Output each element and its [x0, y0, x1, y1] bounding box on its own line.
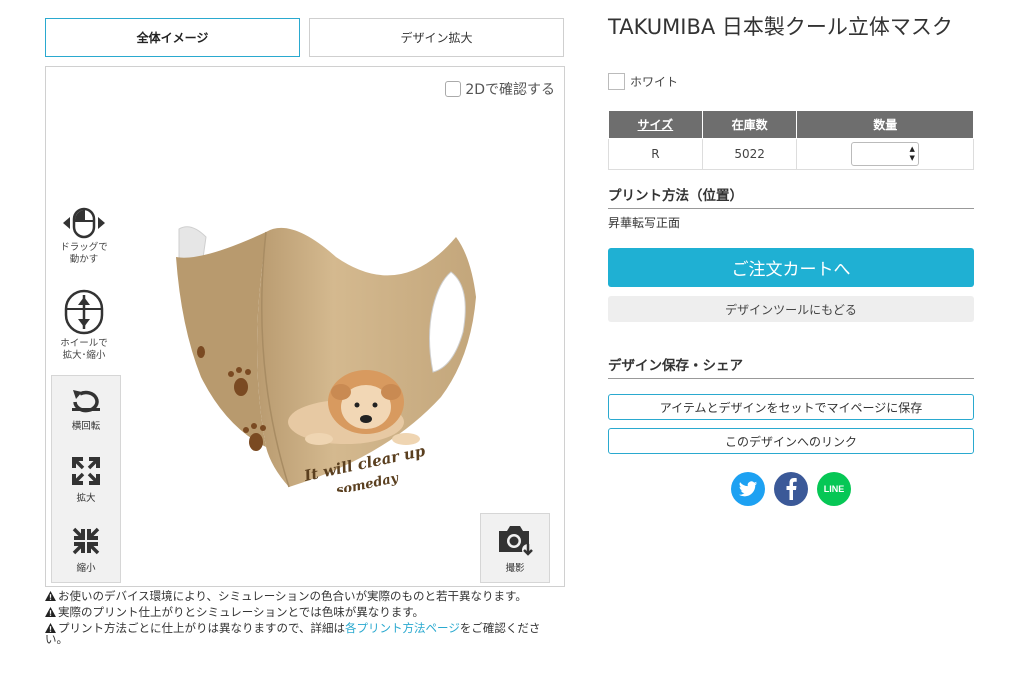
line-icon: LINE	[823, 484, 845, 494]
hint-drag-line1: ドラッグで	[60, 242, 108, 253]
table-header-row: サイズ 在庫数 数量	[608, 110, 974, 139]
shrink-button[interactable]: 縮小	[52, 526, 120, 574]
stock-cell: 5022	[701, 138, 798, 170]
mask-preview: It will clear up someday	[176, 226, 476, 492]
twitter-share-button[interactable]	[731, 472, 765, 506]
checkbox-icon[interactable]	[445, 81, 462, 97]
tab-overall-image[interactable]: 全体イメージ	[45, 18, 300, 57]
mouse-wheel-icon	[64, 289, 104, 335]
product-title: TAKUMIBA 日本製クール立体マスク	[608, 15, 953, 39]
control-panel: 横回転 拡大 縮小	[51, 375, 121, 583]
shrink-label: 縮小	[76, 563, 96, 574]
note-item: プリント方法ごとに仕上がりは異なりますので、詳細は各プリント方法ページをご確認く…	[45, 621, 557, 645]
warning-icon	[45, 607, 56, 617]
size-cell: R	[608, 138, 703, 170]
save-share-title: デザイン保存・シェア	[608, 354, 974, 379]
stock-table: サイズ 在庫数 数量 R 5022 ▲ ▼	[608, 110, 974, 170]
back-to-design-tool-button[interactable]: デザインツールにもどる	[608, 296, 974, 322]
rotate-button[interactable]: 横回転	[52, 388, 120, 432]
order-cart-button[interactable]: ご注文カートへ	[608, 248, 974, 287]
rotate-icon	[72, 390, 100, 413]
note-item: お使いのデバイス環境により、シミュレーションの色合いが実際のものと若干異なります…	[45, 589, 557, 603]
camera-icon	[499, 526, 534, 556]
save-to-mypage-button[interactable]: アイテムとデザインをセットでマイページに保存	[608, 394, 974, 420]
size-header-link[interactable]: サイズ	[608, 110, 703, 139]
quantity-stepper[interactable]: ▲ ▼	[851, 142, 920, 166]
quantity-header: 数量	[796, 110, 974, 139]
note-text-2: 実際のプリント仕上がりとシミュレーションとでは色味が異なります。	[58, 605, 425, 619]
notes: お使いのデバイス環境により、シミュレーションの色合いが実際のものと若干異なります…	[45, 589, 557, 650]
print-method-page-link[interactable]: 各プリント方法ページ	[345, 621, 460, 635]
color-label: ホワイト	[630, 75, 679, 89]
stepper-up-icon[interactable]: ▲	[910, 145, 915, 154]
note-text-3-pre: プリント方法ごとに仕上がりは異なりますので、詳細は	[58, 621, 346, 635]
note-text-1: お使いのデバイス環境により、シミュレーションの色合いが実際のものと若干異なります…	[58, 589, 527, 603]
table-row: R 5022 ▲ ▼	[608, 138, 974, 170]
hint-drag: ドラッグで 動かす	[49, 207, 119, 266]
print-method-title: プリント方法（位置）	[608, 184, 974, 209]
hint-wheel: ホイールで 拡大･縮小	[49, 289, 119, 362]
viewer-3d[interactable]: 2Dで確認する ドラッグで 動かす ホイールで 拡大･縮小 横回転 拡大 縮小 …	[45, 66, 565, 587]
line-share-button[interactable]: LINE	[817, 472, 851, 506]
hint-wheel-line2: 拡大･縮小	[62, 350, 106, 361]
rotate-label: 横回転	[71, 421, 101, 432]
check-2d-label: 2Dで確認する	[465, 82, 555, 98]
photo-label: 撮影	[505, 563, 525, 574]
enlarge-button[interactable]: 拡大	[52, 456, 120, 504]
tab-design-zoom[interactable]: デザイン拡大	[309, 18, 564, 57]
color-swatch[interactable]	[608, 73, 625, 90]
design-link-button[interactable]: このデザインへのリンク	[608, 428, 974, 454]
quantity-input[interactable]	[852, 143, 906, 165]
facebook-share-button[interactable]	[774, 472, 808, 506]
expand-icon	[72, 457, 100, 485]
hint-drag-line2: 動かす	[69, 254, 99, 265]
note-item: 実際のプリント仕上がりとシミュレーションとでは色味が異なります。	[45, 605, 557, 619]
hint-wheel-line1: ホイールで	[60, 338, 108, 349]
stepper-down-icon[interactable]: ▼	[910, 154, 915, 163]
stock-header: 在庫数	[701, 110, 798, 139]
twitter-icon	[738, 480, 758, 496]
photo-button[interactable]: 撮影	[480, 513, 550, 583]
enlarge-label: 拡大	[76, 493, 96, 504]
check-2d-toggle[interactable]: 2Dで確認する	[445, 79, 555, 99]
print-method-value: 昇華転写正面	[608, 216, 681, 230]
warning-icon	[45, 591, 56, 601]
compress-icon	[72, 527, 100, 555]
stepper-arrows[interactable]: ▲ ▼	[906, 143, 918, 165]
mouse-drag-icon	[63, 207, 105, 239]
quantity-cell: ▲ ▼	[796, 138, 974, 170]
facebook-icon	[786, 478, 797, 500]
color-selector[interactable]: ホワイト	[608, 73, 678, 90]
